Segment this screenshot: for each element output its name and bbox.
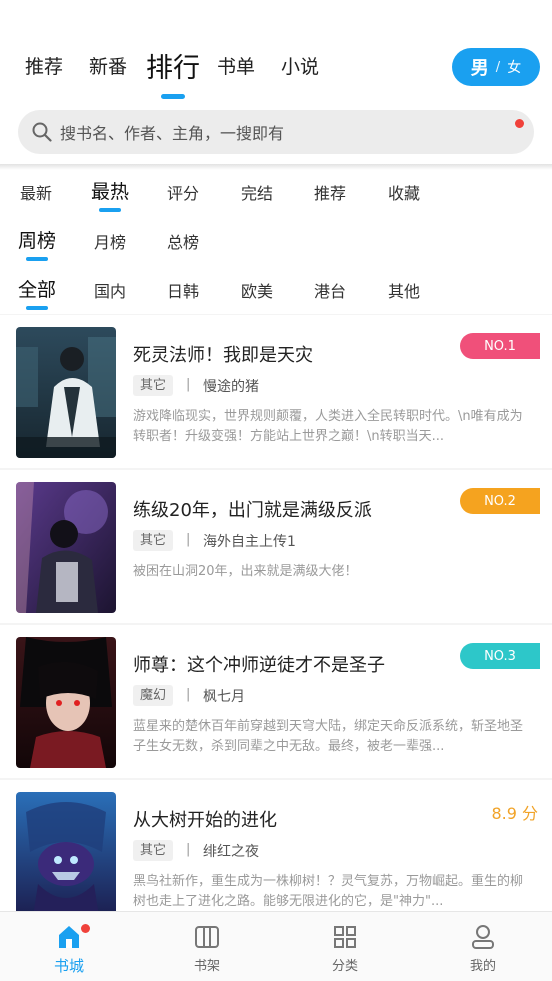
filter-other[interactable]: 其他	[388, 278, 420, 302]
tab-novel[interactable]: 小说	[281, 52, 319, 79]
filter-rating[interactable]: 评分	[167, 180, 199, 204]
filter-monthly[interactable]: 月榜	[94, 229, 126, 253]
wifi-icon	[427, 8, 448, 23]
filter-newest[interactable]: 最新	[20, 180, 52, 204]
nav-category[interactable]: 分类	[305, 912, 385, 981]
notification-dot	[81, 924, 90, 933]
home-icon	[59, 926, 79, 948]
book-author: 绯红之夜	[203, 844, 259, 860]
filter-weekly[interactable]: 周榜	[18, 226, 57, 261]
filter-indicator	[99, 208, 121, 212]
filter-indicator	[26, 306, 48, 310]
book-title[interactable]: 师尊：这个冲师逆徒才不是圣子	[133, 651, 385, 677]
book-description: 游戏降临现实，世界规则颠覆，人类进入全民转职时代。\n唯有成为转职者！升级变强！…	[133, 409, 523, 444]
tab-new[interactable]: 新番	[89, 52, 127, 79]
tab-booklist[interactable]: 书单	[217, 52, 255, 79]
separator: |	[186, 532, 191, 547]
genre-tag: 其它	[133, 530, 174, 551]
filter-total[interactable]: 总榜	[167, 229, 199, 253]
sort-filter-row: 最新 最热 评分 完结 推荐 收藏	[0, 172, 552, 212]
book-cover[interactable]	[16, 482, 116, 613]
book-title[interactable]: 从大树开始的进化	[133, 806, 277, 832]
nav-category-label: 分类	[331, 959, 358, 974]
rank-badge: NO.2	[460, 488, 540, 514]
nav-bookstore[interactable]: 书城	[29, 912, 109, 981]
list-item[interactable]: 练级20年，出门就是满级反派 其它 | 海外自主上传1 被困在山洞20年，出来就…	[0, 470, 552, 623]
genre-tag: 其它	[133, 375, 174, 396]
book-title[interactable]: 死灵法师！我即是天灾	[133, 341, 313, 367]
top-tabs: 推荐 新番 排行 书单 小说 男 / 女	[0, 40, 552, 100]
filter-recommend[interactable]: 推荐	[314, 180, 346, 204]
filter-indicator	[26, 257, 48, 261]
filter-domestic[interactable]: 国内	[94, 278, 126, 302]
sim-icon	[458, 8, 470, 24]
book-author: 慢途的猪	[203, 379, 259, 395]
filter-weekly-label: 周榜	[18, 230, 57, 252]
book-author: 海外自主上传1	[203, 534, 296, 550]
gender-female[interactable]: 女	[507, 57, 521, 77]
book-cover[interactable]	[16, 327, 116, 458]
nav-bookshelf[interactable]: 书架	[167, 912, 247, 981]
search-placeholder: 搜书名、作者、主角，一搜即有	[60, 124, 285, 143]
nav-bookshelf-label: 书架	[193, 959, 220, 974]
status-bar: 9:14	[0, 0, 552, 32]
filter-all-label: 全部	[18, 279, 57, 301]
genre-tag: 其它	[133, 840, 174, 861]
filter-all[interactable]: 全部	[18, 275, 57, 310]
rank-badge: NO.3	[460, 643, 540, 669]
tab-ranking-label: 排行	[146, 53, 200, 84]
separator: |	[186, 687, 191, 702]
search-icon	[32, 122, 52, 142]
filter-hottest-label: 最热	[91, 181, 130, 203]
battery-icon	[479, 6, 492, 26]
filter-hk-tw[interactable]: 港台	[314, 278, 346, 302]
search-input[interactable]: 搜书名、作者、主角，一搜即有	[18, 110, 534, 154]
tab-recommend[interactable]: 推荐	[25, 52, 63, 79]
active-tab-indicator	[161, 94, 185, 99]
gender-toggle[interactable]: 男 / 女	[452, 48, 540, 86]
separator: |	[186, 842, 191, 857]
bottom-nav: 书城 书架 分类 我的	[0, 911, 552, 981]
status-time: 9:14	[501, 6, 540, 26]
rank-badge: NO.1	[460, 333, 540, 359]
book-title[interactable]: 练级20年，出门就是满级反派	[133, 496, 372, 522]
header-shadow	[0, 164, 552, 170]
book-author: 枫七月	[203, 689, 245, 705]
category-icon	[334, 926, 356, 948]
book-cover[interactable]	[16, 637, 116, 768]
filter-japan-korea[interactable]: 日韩	[167, 278, 199, 302]
region-filter-row: 全部 国内 日韩 欧美 港台 其他	[0, 270, 552, 310]
gender-male[interactable]: 男	[471, 54, 489, 80]
filter-finished[interactable]: 完结	[241, 180, 273, 204]
book-score: 8.9 分	[491, 804, 538, 823]
filter-hottest[interactable]: 最热	[91, 177, 130, 212]
book-description: 被困在山洞20年，出来就是满级大佬！	[133, 564, 358, 579]
gender-separator: /	[495, 59, 501, 75]
bookshelf-icon	[195, 926, 219, 948]
tab-ranking[interactable]: 排行	[146, 46, 200, 99]
nav-profile[interactable]: 我的	[443, 912, 523, 981]
book-description: 黑鸟社新作，重生成为一株柳树！？灵气复苏，万物崛起。重生的柳树也走上了进化之路。…	[133, 874, 524, 909]
period-filter-row: 周榜 月榜 总榜	[0, 221, 552, 261]
separator: |	[186, 377, 191, 392]
filter-favorites[interactable]: 收藏	[388, 180, 420, 204]
genre-tag: 魔幻	[133, 685, 174, 706]
notification-dot	[515, 119, 524, 128]
book-cover[interactable]	[16, 792, 116, 923]
profile-icon	[472, 925, 494, 949]
book-description: 蓝星来的楚休百年前穿越到天穹大陆，绑定天命反派系统，斩圣地圣子生女无数，杀到同辈…	[133, 719, 524, 754]
list-item[interactable]: 死灵法师！我即是天灾 其它 | 慢途的猪 游戏降临现实，世界规则颠覆，人类进入全…	[0, 315, 552, 468]
list-item[interactable]: 师尊：这个冲师逆徒才不是圣子 魔幻 | 枫七月 蓝星来的楚休百年前穿越到天穹大陆…	[0, 625, 552, 778]
nav-bookstore-label: 书城	[53, 957, 84, 975]
nav-profile-label: 我的	[469, 959, 496, 974]
filter-western[interactable]: 欧美	[241, 278, 273, 302]
